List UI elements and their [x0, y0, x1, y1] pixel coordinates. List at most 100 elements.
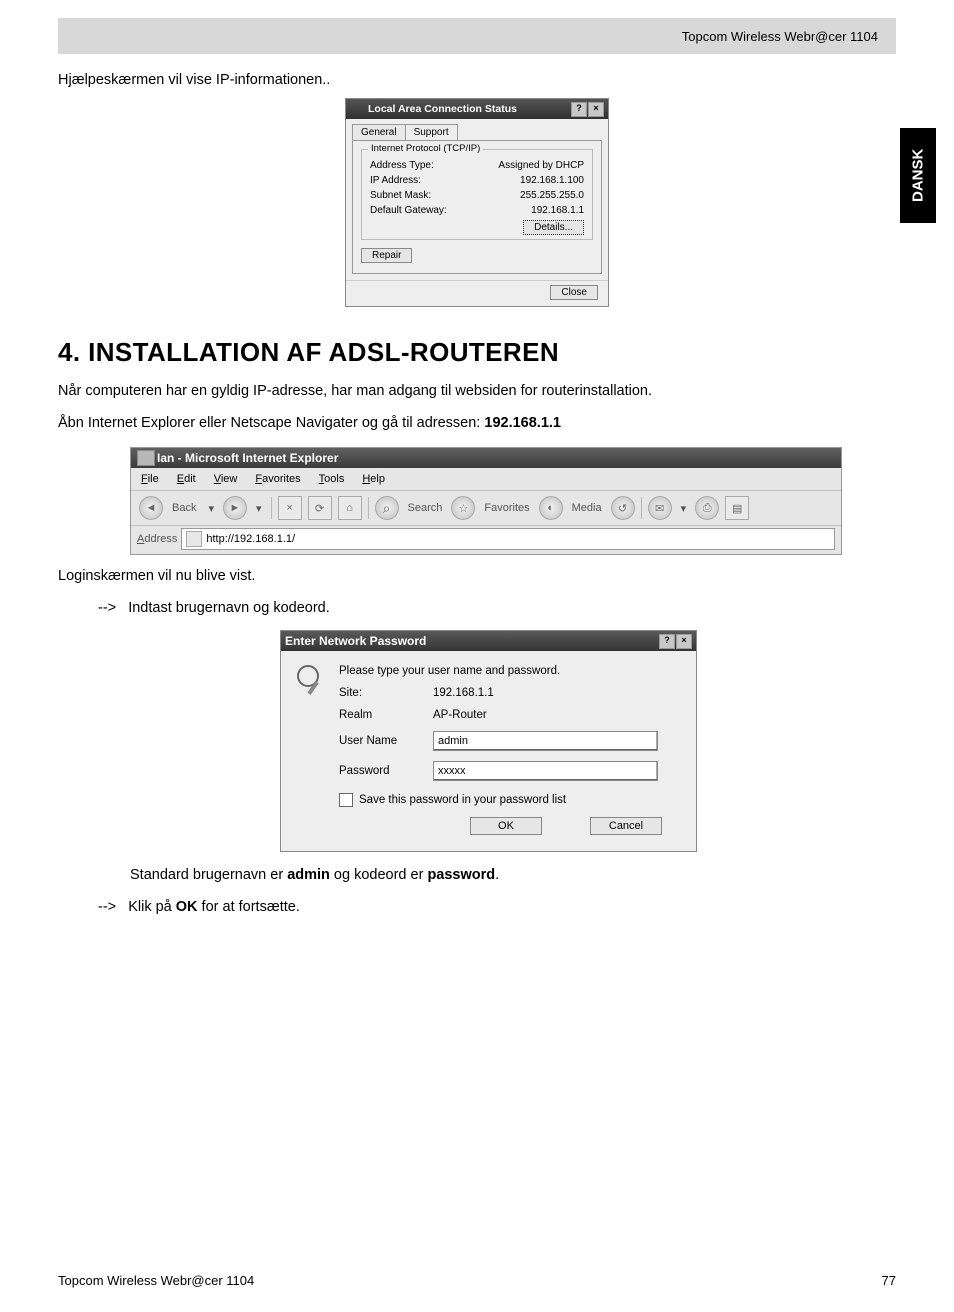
password-dialog: Enter Network Password ? × Please type y…: [280, 630, 697, 852]
header-product: Topcom Wireless Webr@cer 1104: [682, 29, 878, 44]
arrow-icon: -->: [98, 600, 116, 616]
row-address-type: Address Type: Assigned by DHCP: [370, 160, 584, 171]
group-label: Internet Protocol (TCP/IP): [368, 143, 483, 154]
tab-support[interactable]: Support: [405, 124, 458, 140]
page-header: Topcom Wireless Webr@cer 1104: [58, 18, 896, 54]
browser-title: Ian - Microsoft Internet Explorer: [157, 451, 338, 465]
mail-icon[interactable]: ✉: [648, 496, 672, 520]
cancel-button[interactable]: Cancel: [590, 817, 662, 835]
refresh-icon[interactable]: ⟳: [308, 496, 332, 520]
pw-titlebar: Enter Network Password ? ×: [281, 631, 696, 651]
repair-button[interactable]: Repair: [361, 248, 412, 263]
content: Hjælpeskærmen vil vise IP-informationen.…: [0, 72, 954, 917]
history-icon[interactable]: ↺: [611, 496, 635, 520]
pw-title: Enter Network Password: [285, 634, 426, 648]
page-icon: [186, 531, 202, 547]
dialog-tabs: General Support: [346, 119, 608, 140]
pw-row-password: Password xxxxx: [339, 761, 682, 781]
username-label: User Name: [339, 735, 423, 747]
row-subnet-mask: Subnet Mask: 255.255.255.0: [370, 190, 584, 201]
address-bar: Address http://192.168.1.1/: [131, 525, 841, 554]
menu-tools[interactable]: Tools: [319, 473, 345, 485]
intro-line: Hjælpeskærmen vil vise IP-informationen.…: [58, 72, 896, 88]
para-1: Når computeren har en gyldig IP-adresse,…: [58, 382, 896, 402]
status-dialog: Local Area Connection Status ? × General…: [345, 98, 609, 307]
separator-icon: [641, 497, 642, 519]
username-input[interactable]: admin: [433, 731, 658, 751]
password-input[interactable]: xxxxx: [433, 761, 658, 781]
dialog-titlebar-buttons: ? ×: [571, 102, 604, 117]
forward-icon[interactable]: ►: [223, 496, 247, 520]
tab-general[interactable]: General: [352, 124, 406, 140]
menu-edit[interactable]: Edit: [177, 473, 196, 485]
save-password-checkbox[interactable]: [339, 793, 353, 807]
separator-icon: [368, 497, 369, 519]
para-2: Åbn Internet Explorer eller Netscape Nav…: [58, 414, 896, 434]
password-label: Password: [339, 765, 423, 777]
row-key: Subnet Mask:: [370, 190, 431, 201]
browser-menubar: File Edit View Favorites Tools Help: [131, 468, 841, 490]
tab-body: Internet Protocol (TCP/IP) Address Type:…: [352, 140, 602, 274]
titlebar-close-button[interactable]: ×: [588, 102, 604, 117]
back-dropdown-icon[interactable]: ▾: [208, 502, 214, 515]
address-input[interactable]: http://192.168.1.1/: [181, 528, 835, 550]
titlebar-close-button[interactable]: ×: [676, 634, 692, 649]
menu-help[interactable]: Help: [362, 473, 385, 485]
pw-buttons: OK Cancel: [295, 807, 682, 841]
page-number: 77: [882, 1273, 896, 1288]
dialog-title: Local Area Connection Status: [368, 103, 517, 115]
pw-prompt: Please type your user name and password.: [339, 665, 682, 677]
browser-titlebar: Ian - Microsoft Internet Explorer: [131, 448, 841, 468]
titlebar-help-button[interactable]: ?: [571, 102, 587, 117]
favorites-label[interactable]: Favorites: [484, 502, 529, 514]
arrow-icon: -->: [98, 899, 116, 915]
row-val: 192.168.1.1: [531, 205, 584, 216]
search-label[interactable]: Search: [408, 502, 443, 514]
menu-view[interactable]: View: [214, 473, 238, 485]
media-icon[interactable]: ◐: [539, 496, 563, 520]
details-button[interactable]: Details...: [523, 220, 584, 235]
para-4: Standard brugernavn er admin og kodeord …: [130, 866, 896, 886]
back-icon[interactable]: ◄: [139, 496, 163, 520]
close-button[interactable]: Close: [550, 285, 598, 300]
search-icon[interactable]: ⌕: [375, 496, 399, 520]
print-icon[interactable]: ⎙: [695, 496, 719, 520]
bullet-1: --> Indtast brugernavn og kodeord.: [98, 599, 896, 619]
mail-dropdown-icon[interactable]: ▾: [681, 502, 687, 515]
row-val: Assigned by DHCP: [498, 160, 584, 171]
menu-file[interactable]: File: [141, 473, 159, 485]
ok-button[interactable]: OK: [470, 817, 542, 835]
media-label[interactable]: Media: [572, 502, 602, 514]
edit-icon[interactable]: ▤: [725, 496, 749, 520]
separator-icon: [271, 497, 272, 519]
pw-body: Please type your user name and password.…: [281, 651, 696, 851]
router-address: 192.168.1.1: [484, 415, 561, 431]
home-icon[interactable]: ⌂: [338, 496, 362, 520]
tcpip-group: Internet Protocol (TCP/IP) Address Type:…: [361, 149, 593, 240]
pw-titlebar-buttons: ? ×: [659, 634, 692, 649]
row-ip-address: IP Address: 192.168.1.100: [370, 175, 584, 186]
dialog-titlebar: Local Area Connection Status ? ×: [346, 99, 608, 119]
pw-row-site: Site: 192.168.1.1: [339, 687, 682, 699]
footer-product: Topcom Wireless Webr@cer 1104: [58, 1273, 254, 1288]
row-key: IP Address:: [370, 175, 421, 186]
pw-row-username: User Name admin: [339, 731, 682, 751]
pw-row-realm: Realm AP-Router: [339, 709, 682, 721]
forward-dropdown-icon[interactable]: ▾: [256, 502, 262, 515]
address-label: Address: [137, 533, 177, 545]
row-val: 192.168.1.100: [520, 175, 584, 186]
stop-icon[interactable]: ×: [278, 496, 302, 520]
language-tab: DANSK: [900, 128, 936, 223]
menu-favorites[interactable]: Favorites: [255, 473, 300, 485]
titlebar-help-button[interactable]: ?: [659, 634, 675, 649]
address-value: http://192.168.1.1/: [206, 533, 295, 545]
realm-value: AP-Router: [433, 709, 487, 721]
dialog-footer: Close: [346, 280, 608, 306]
section-heading: 4. INSTALLATION AF ADSL-ROUTEREN: [58, 337, 896, 368]
site-value: 192.168.1.1: [433, 687, 494, 699]
favorites-icon[interactable]: ☆: [451, 496, 475, 520]
browser-toolbar: ◄ Back ▾ ► ▾ × ⟳ ⌂ ⌕ Search ☆ Favorites …: [131, 490, 841, 525]
site-label: Site:: [339, 687, 423, 699]
back-label[interactable]: Back: [172, 502, 196, 514]
save-password-label: Save this password in your password list: [359, 794, 566, 806]
